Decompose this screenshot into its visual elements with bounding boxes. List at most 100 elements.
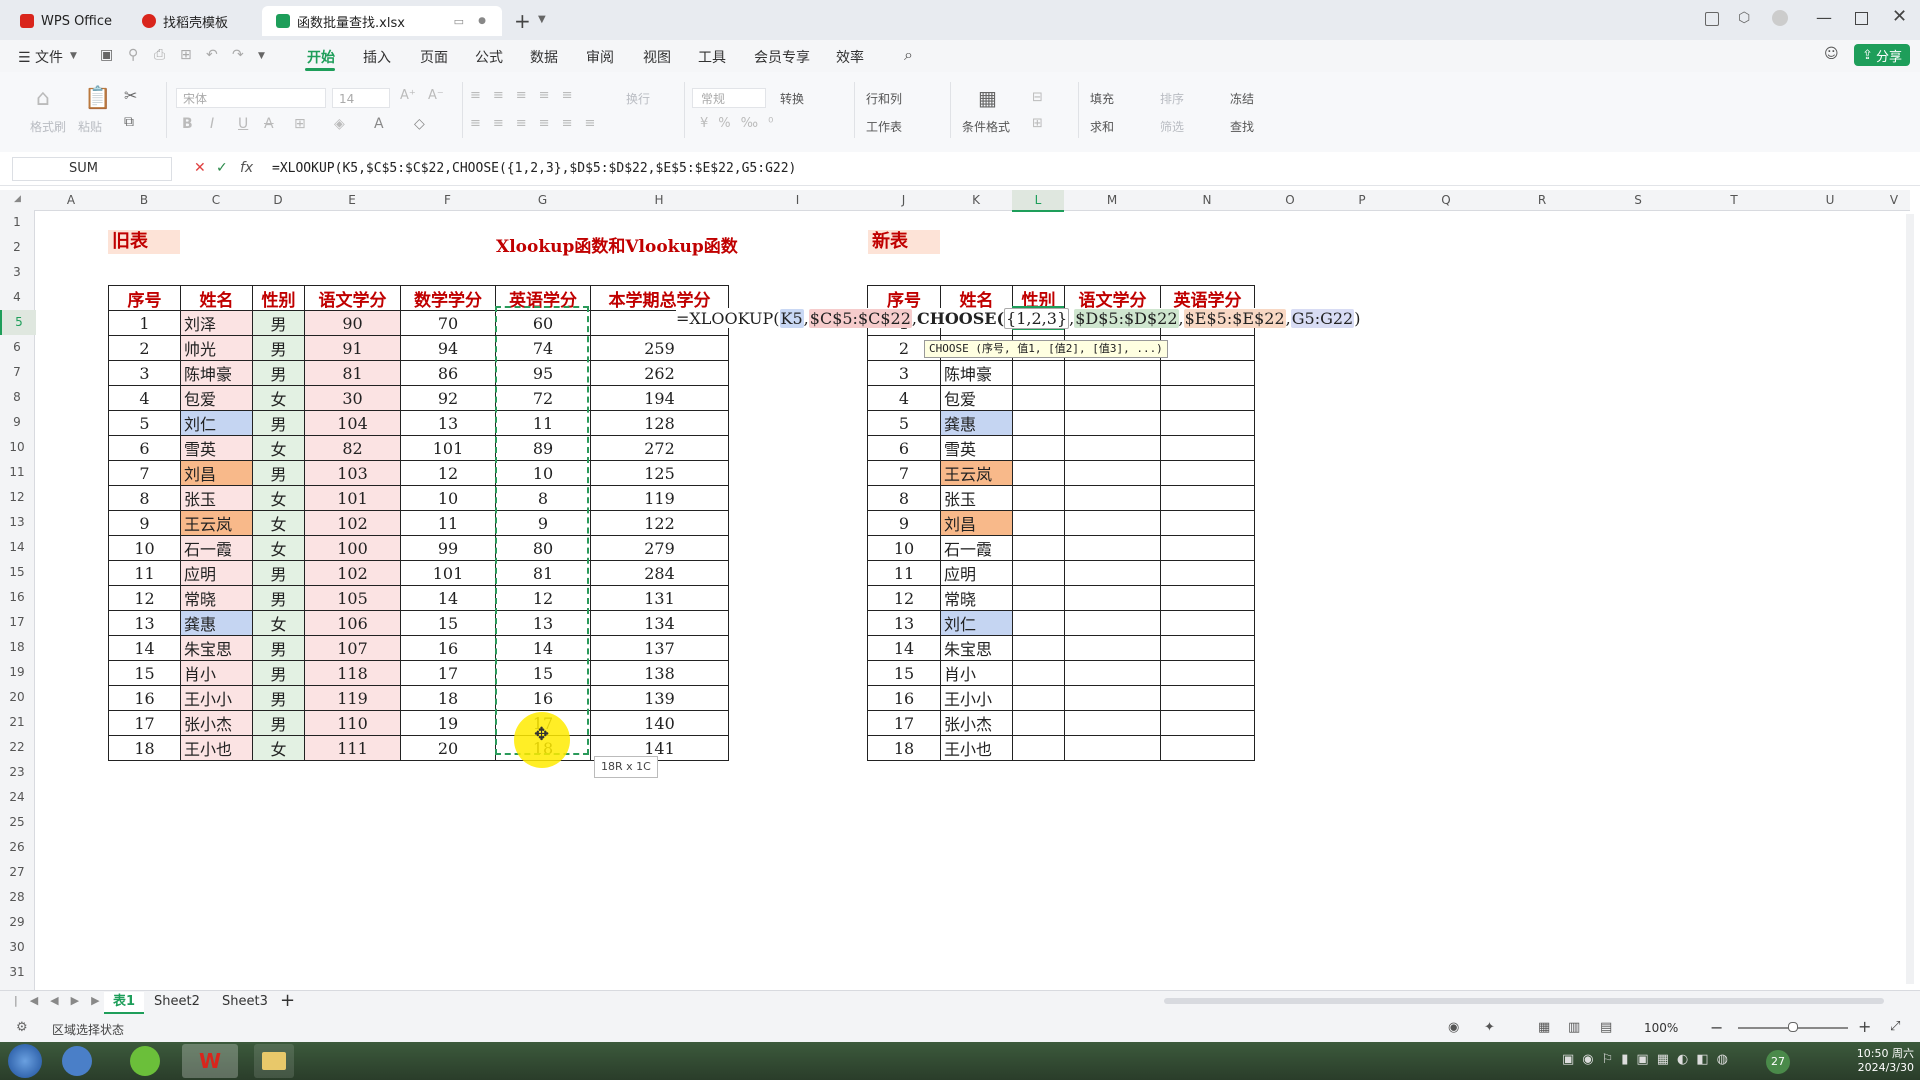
row-header-30[interactable]: 30 <box>0 935 34 960</box>
table-cell[interactable]: 6 <box>867 435 941 461</box>
row-header-20[interactable]: 20 <box>0 685 34 710</box>
align-left-icons[interactable]: ≡≡≡≡≡≡ <box>470 116 607 131</box>
table-cell[interactable] <box>1012 710 1065 736</box>
table-cell[interactable]: 肖小 <box>940 660 1013 686</box>
table-cell[interactable]: 86 <box>400 360 496 386</box>
table-cell[interactable]: 118 <box>304 660 401 686</box>
table-cell[interactable]: 张小杰 <box>940 710 1013 736</box>
table-cell[interactable]: 女 <box>252 510 305 536</box>
underline-icon[interactable]: U <box>238 116 248 132</box>
zoom-out-icon[interactable]: − <box>1710 1018 1723 1037</box>
table-cell[interactable]: 5 <box>108 410 181 436</box>
row-header-31[interactable]: 31 <box>0 960 34 985</box>
table-cell[interactable]: 4 <box>867 385 941 411</box>
table-cell[interactable] <box>1012 435 1065 461</box>
table-cell[interactable]: 朱宝思 <box>940 635 1013 661</box>
paste-button[interactable]: 粘贴 <box>78 118 102 135</box>
table-cell[interactable]: 10 <box>867 535 941 561</box>
menu-view[interactable]: 视图 <box>643 47 671 67</box>
column-header-d[interactable]: D <box>252 193 304 207</box>
table-cell[interactable]: 男 <box>252 660 305 686</box>
cancel-icon[interactable]: ✕ <box>194 160 206 176</box>
redo-icon[interactable]: ↷ <box>232 47 244 63</box>
table-cell[interactable]: 14 <box>867 635 941 661</box>
conditional-format-icon[interactable]: ▦ <box>978 86 997 110</box>
column-header-n[interactable]: N <box>1160 193 1254 207</box>
avatar[interactable] <box>1772 10 1788 26</box>
table-cell[interactable]: 王云岚 <box>940 460 1013 486</box>
row-header-10[interactable]: 10 <box>0 435 34 460</box>
table-cell[interactable]: 应明 <box>180 560 253 586</box>
table-cell[interactable]: 女 <box>252 610 305 636</box>
macro-icon[interactable]: ⚙ <box>16 1020 28 1035</box>
table-cell[interactable]: 20 <box>400 735 496 761</box>
undo-icon[interactable]: ↶ <box>206 47 218 63</box>
table-cell[interactable]: 王小也 <box>940 735 1013 761</box>
row-header-17[interactable]: 17 <box>0 610 34 635</box>
table-cell[interactable] <box>1064 585 1161 611</box>
table-cell[interactable] <box>1064 710 1161 736</box>
row-header-27[interactable]: 27 <box>0 860 34 885</box>
table-cell[interactable]: 男 <box>252 710 305 736</box>
table-cell[interactable] <box>1160 560 1255 586</box>
table-cell[interactable]: 92 <box>400 385 496 411</box>
monitor-icon[interactable]: ▭ <box>454 15 464 28</box>
table-cell[interactable]: 90 <box>304 310 401 336</box>
table-cell[interactable] <box>1012 485 1065 511</box>
column-header-e[interactable]: E <box>304 193 400 207</box>
print-preview-icon[interactable]: ⊞ <box>180 47 192 63</box>
table-cell[interactable] <box>1012 685 1065 711</box>
table-cell[interactable]: 男 <box>252 360 305 386</box>
taskbar-app-icon[interactable] <box>62 1046 92 1076</box>
page-break-icon[interactable]: ▤ <box>1600 1020 1612 1035</box>
table-cell[interactable]: 259 <box>590 335 729 361</box>
table-cell[interactable]: 70 <box>400 310 496 336</box>
table-cell[interactable]: 100 <box>304 535 401 561</box>
table-cell[interactable]: 15 <box>400 610 496 636</box>
row-header-19[interactable]: 19 <box>0 660 34 685</box>
table-cell[interactable]: 9 <box>108 510 181 536</box>
table-cell[interactable] <box>1160 510 1255 536</box>
column-header-o[interactable]: O <box>1254 193 1326 207</box>
table-cell[interactable]: 134 <box>590 610 729 636</box>
file-menu[interactable]: ☰ 文件 <box>18 47 63 67</box>
sheet-tab-1[interactable]: 表1 <box>104 992 144 1014</box>
table-cell[interactable]: 7 <box>867 460 941 486</box>
column-header-l[interactable]: L <box>1012 190 1064 212</box>
row-col-button[interactable]: 行和列 <box>866 90 902 107</box>
conditional-format-button[interactable]: 条件格式 <box>962 118 1010 135</box>
row-header-26[interactable]: 26 <box>0 835 34 860</box>
zoom-level[interactable]: 100% <box>1644 1021 1678 1035</box>
table-cell[interactable]: 102 <box>304 560 401 586</box>
bold-icon[interactable]: B <box>182 116 193 132</box>
table-cell[interactable]: 男 <box>252 460 305 486</box>
table-cell[interactable]: 男 <box>252 635 305 661</box>
table-cell[interactable] <box>1160 710 1255 736</box>
table-cell[interactable]: 12 <box>867 585 941 611</box>
column-header-b[interactable]: B <box>108 193 180 207</box>
table-cell[interactable]: 16 <box>400 635 496 661</box>
table-cell[interactable]: 应明 <box>940 560 1013 586</box>
table-cell[interactable]: 10 <box>400 485 496 511</box>
column-header-t[interactable]: T <box>1686 193 1782 207</box>
table-cell[interactable]: 刘泽 <box>180 310 253 336</box>
function-icon[interactable]: fx <box>240 160 253 176</box>
zoom-in-icon[interactable]: + <box>1858 1017 1871 1036</box>
table-cell[interactable] <box>1012 385 1065 411</box>
start-button[interactable] <box>8 1044 42 1078</box>
table-cell[interactable]: 3 <box>867 360 941 386</box>
table-cell[interactable]: 11 <box>867 560 941 586</box>
table-cell[interactable]: 104 <box>304 410 401 436</box>
table-cell[interactable] <box>1012 410 1065 436</box>
table-cell[interactable] <box>1012 560 1065 586</box>
table-cell[interactable] <box>1160 410 1255 436</box>
column-header-i[interactable]: I <box>728 193 867 207</box>
table-cell[interactable] <box>1160 385 1255 411</box>
find-button[interactable]: 查找 <box>1230 118 1254 135</box>
table-cell[interactable]: 张小杰 <box>180 710 253 736</box>
table-cell[interactable]: 131 <box>590 585 729 611</box>
table-cell[interactable]: 石一霞 <box>180 535 253 561</box>
old-table-header[interactable]: 语文学分 <box>304 285 401 311</box>
align-top-icons[interactable]: ≡≡≡≡≡ <box>470 88 584 103</box>
confirm-icon[interactable]: ✓ <box>216 160 228 176</box>
